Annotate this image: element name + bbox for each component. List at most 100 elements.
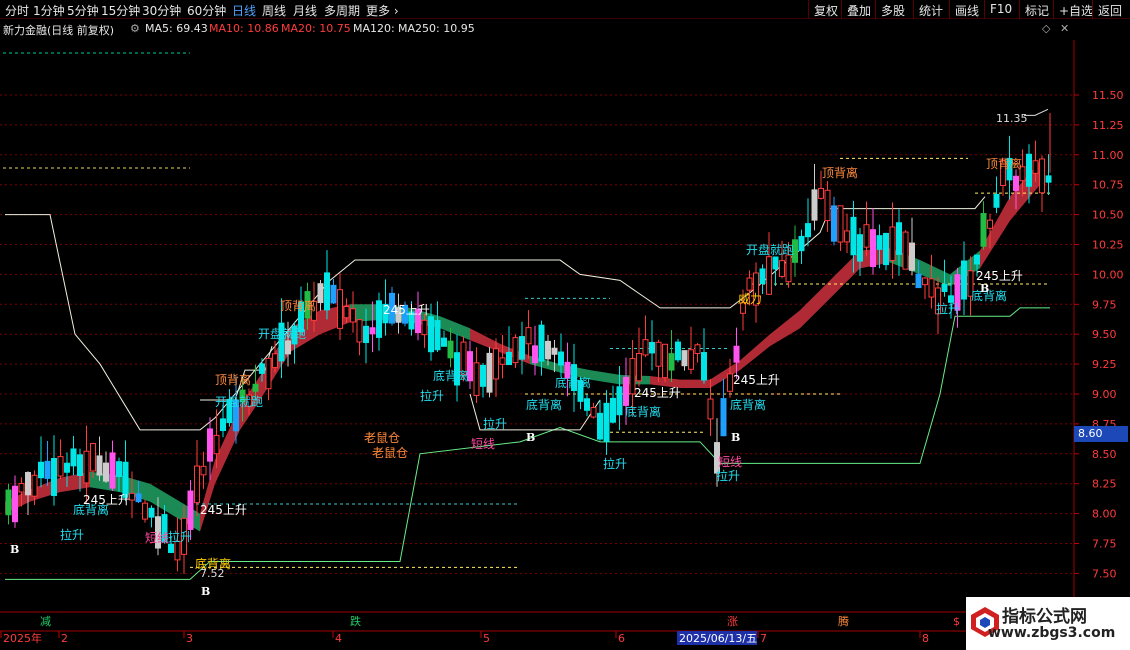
candle-down <box>558 351 564 366</box>
candle-up <box>590 407 597 418</box>
candle-up <box>863 224 870 248</box>
candle-down <box>772 256 779 270</box>
candle-down <box>220 418 226 432</box>
price-tick-label: 10.25 <box>1092 239 1124 252</box>
candle-up <box>12 485 18 523</box>
candle-up <box>343 306 350 319</box>
candle-up <box>694 344 701 355</box>
candle-down <box>116 461 122 478</box>
candle-up <box>200 465 207 476</box>
candle-down <box>44 460 51 479</box>
candle-down <box>376 300 382 338</box>
candle-up <box>662 343 668 379</box>
candle-down <box>909 242 915 271</box>
watermark: 指标公式网 www.zbgs3.com <box>966 597 1130 650</box>
candle-up <box>681 350 688 367</box>
price-tick-label: 9.00 <box>1092 388 1117 401</box>
candle-down <box>324 272 330 311</box>
candle-up <box>779 260 785 277</box>
candle-up <box>473 362 480 396</box>
candle-up <box>902 231 909 270</box>
candle-down <box>428 316 434 353</box>
candle-up <box>636 353 642 382</box>
price-tick-label: 7.75 <box>1092 538 1117 551</box>
candle-down <box>551 347 558 355</box>
candle-down <box>961 260 967 300</box>
candle-down <box>974 254 980 265</box>
price-tick-label: 11.00 <box>1092 149 1124 162</box>
date-axis: 减跌涨腾$2025年234567892025/06/13/五 <box>0 614 1077 645</box>
candle-down <box>51 457 57 496</box>
ribbon-segment-up <box>680 379 710 389</box>
candle-down <box>64 462 70 473</box>
price-tick-label: 8.25 <box>1092 478 1117 491</box>
price-tick-label: 9.75 <box>1092 298 1117 311</box>
candle-up <box>265 357 272 390</box>
signal-lasheng: 拉升 <box>168 529 192 544</box>
candle-up <box>844 230 850 243</box>
candle-down <box>1045 175 1052 183</box>
candle-down <box>876 235 883 250</box>
date-tick-label: 8 <box>922 632 929 645</box>
signal-open-run: 开盘就跑 <box>258 326 306 341</box>
watermark-url: www.zbgs3.com <box>988 625 1116 641</box>
candle-down <box>759 268 766 284</box>
candle-down <box>616 386 623 416</box>
candle-down <box>168 543 174 553</box>
candle-up <box>766 256 772 295</box>
candle-down <box>980 212 987 247</box>
high-price-pointer <box>1024 108 1049 116</box>
bottom-marker: 涨 <box>727 615 738 628</box>
candle-down <box>805 223 811 238</box>
kline-chart[interactable]: 拉升底背离245上升短线拉升底背离245上升开盘就跑顶背离开盘就跑顶背离 245上… <box>0 0 1130 650</box>
candle-down <box>441 337 447 347</box>
candle-down <box>363 325 369 344</box>
signal-dingbeili: 顶背离 <box>986 156 1022 171</box>
signal-245-rise: 245上升 <box>733 373 780 387</box>
candle-down <box>519 336 525 360</box>
candle-up <box>733 345 740 363</box>
candle-down <box>701 352 707 381</box>
candle-up <box>512 337 519 364</box>
signal-dibeili: 底背离 <box>625 404 661 419</box>
candle-up <box>1032 160 1039 174</box>
signal-open-run: 开盘就跑 <box>215 394 263 409</box>
candle-down <box>434 320 441 351</box>
buy-signal: B <box>526 431 535 444</box>
price-tick-label: 11.50 <box>1092 89 1124 102</box>
signal-245-rise: 245上升 <box>200 503 247 517</box>
candle-up <box>129 492 135 501</box>
candle-up <box>96 455 103 476</box>
watermark-title: 指标公式网 <box>1002 607 1087 627</box>
signal-open-run: 开盘就跑 <box>746 242 794 257</box>
signal-lasheng: 拉升 <box>420 388 444 403</box>
candle-down <box>285 340 291 355</box>
candle-up <box>889 226 896 261</box>
signal-dibeili: 底背离 <box>730 397 766 412</box>
bottom-marker: $ <box>953 615 960 628</box>
candle-up <box>1013 175 1019 191</box>
signal-weili: 威力 <box>738 292 762 306</box>
candle-down <box>675 341 681 361</box>
signal-duanxian: 短线 <box>718 455 742 469</box>
signal-lasheng: 拉升 <box>60 527 84 542</box>
buy-signal: B <box>731 431 740 444</box>
low-price-label: 7.52 <box>200 567 225 580</box>
bottom-marker: 跌 <box>350 614 361 628</box>
signal-lasheng: 拉升 <box>603 456 627 471</box>
signal-dingbeili: 顶背离 <box>215 372 251 387</box>
candle-up <box>525 327 532 345</box>
candle-up <box>18 482 25 493</box>
candle-down <box>649 341 655 354</box>
buy-signal: B <box>10 543 19 556</box>
candle-down <box>538 324 545 362</box>
candle-down <box>506 351 512 366</box>
candle-down <box>148 507 155 518</box>
candle-up <box>837 205 844 243</box>
date-tick-label: 2025年 <box>3 631 42 645</box>
price-tick-label: 11.25 <box>1092 119 1124 132</box>
candle-down <box>915 273 922 289</box>
candle-up <box>707 398 714 420</box>
signal-dingbeili: 顶背离 <box>822 165 858 180</box>
price-tick-label: 9.50 <box>1092 328 1117 341</box>
